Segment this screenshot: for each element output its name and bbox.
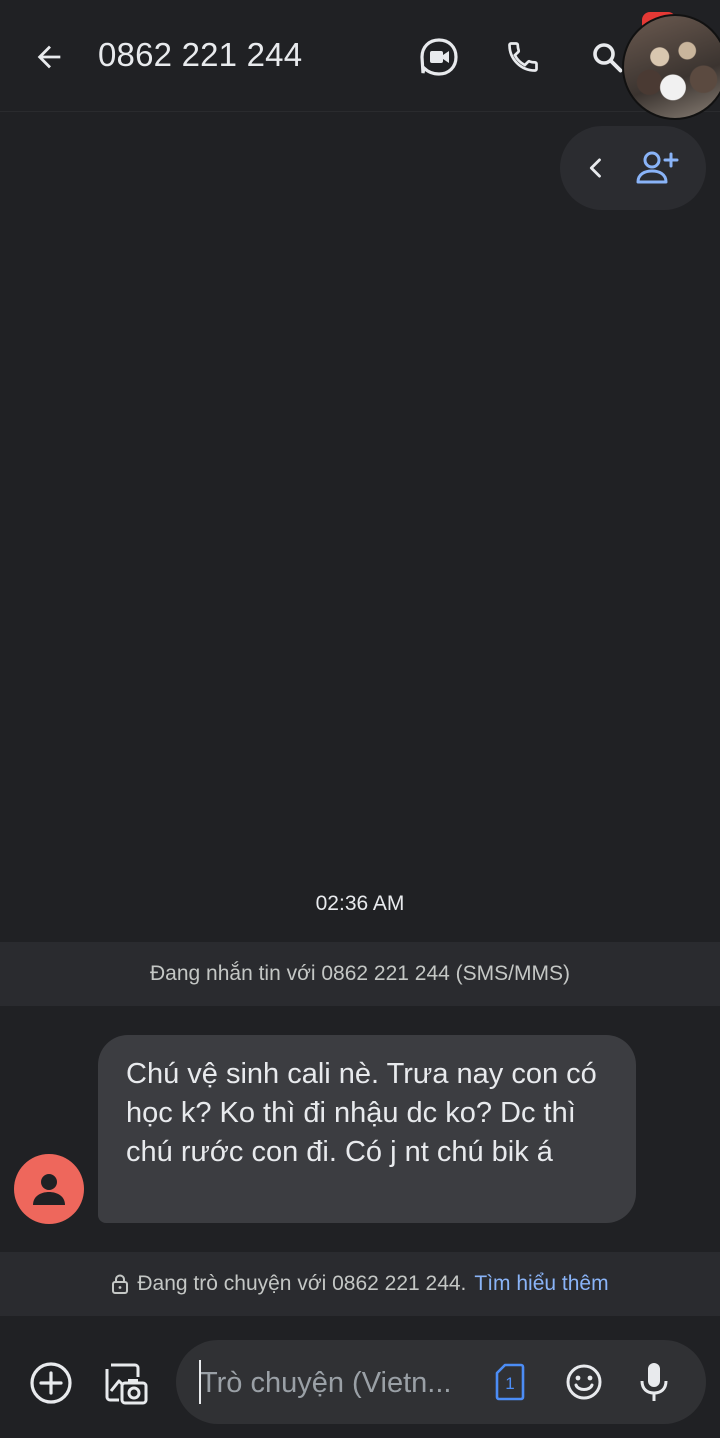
collapse-button[interactable] xyxy=(578,150,614,186)
add-circle-icon xyxy=(30,1362,72,1404)
chat-info-text: Đang trò chuyện với 0862 221 244. xyxy=(137,1272,467,1295)
video-call-icon xyxy=(420,38,458,76)
voice-call-button[interactable] xyxy=(496,30,550,84)
back-arrow-icon xyxy=(37,45,61,69)
sms-mode-text: Đang nhắn tin với 0862 221 244 (SMS/MMS) xyxy=(150,962,570,985)
chevron-left-icon xyxy=(589,158,601,178)
message-input[interactable] xyxy=(200,1362,470,1404)
incoming-message-bubble[interactable]: Chú vệ sinh cali nè. Trưa nay con có học… xyxy=(98,1035,636,1223)
search-icon xyxy=(593,43,623,73)
learn-more-link[interactable]: Tìm hiểu thêm xyxy=(474,1272,608,1296)
emoji-icon xyxy=(566,1364,602,1400)
text-cursor xyxy=(199,1360,201,1404)
add-attachment-button[interactable] xyxy=(26,1358,76,1408)
add-contact-button[interactable] xyxy=(632,144,682,192)
emoji-button[interactable] xyxy=(562,1360,606,1404)
person-icon xyxy=(33,1174,65,1205)
sim-number: 1 xyxy=(505,1374,514,1393)
add-contact-icon xyxy=(636,151,679,184)
message-text: Chú vệ sinh cali nè. Trưa nay con có học… xyxy=(126,1058,597,1168)
back-button[interactable] xyxy=(22,30,76,84)
page-title: 0862 221 244 xyxy=(98,36,303,73)
chat-info-banner: Đang trò chuyện với 0862 221 244. Tìm hi… xyxy=(0,1252,720,1316)
video-call-button[interactable] xyxy=(412,30,466,84)
lock-icon xyxy=(112,1274,129,1294)
sim-card-icon: 1 xyxy=(495,1363,525,1401)
chat-bubble-avatar[interactable] xyxy=(622,14,720,120)
sms-mode-banner: Đang nhắn tin với 0862 221 244 (SMS/MMS) xyxy=(0,942,720,1006)
message-timestamp: 02:36 AM xyxy=(315,892,405,915)
voice-input-button[interactable] xyxy=(634,1358,674,1406)
contact-avatar[interactable] xyxy=(14,1154,84,1224)
phone-icon xyxy=(508,42,538,72)
sim-select-button[interactable]: 1 xyxy=(492,1362,528,1402)
gallery-button[interactable] xyxy=(98,1356,152,1410)
gallery-camera-icon xyxy=(105,1363,148,1405)
microphone-icon xyxy=(640,1363,668,1401)
